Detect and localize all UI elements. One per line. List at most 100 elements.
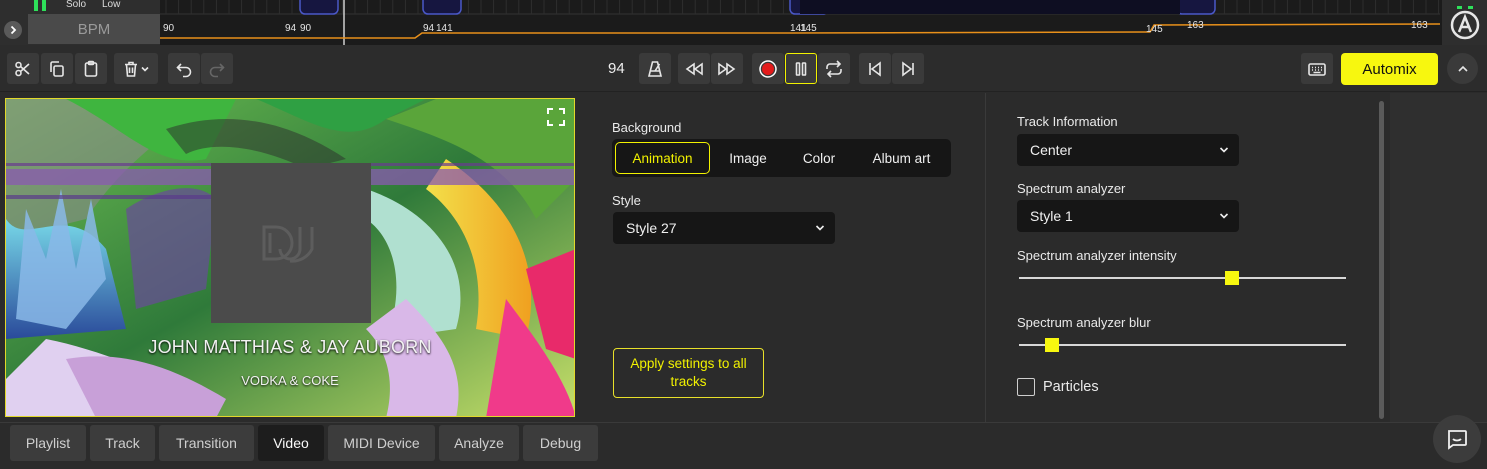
keyboard-shortcuts-button[interactable] (1301, 53, 1333, 84)
skip-forward-icon (902, 60, 914, 77)
background-option-color[interactable]: Color (785, 142, 853, 174)
album-art-placeholder (211, 163, 371, 323)
automix-button[interactable]: Automix (1341, 53, 1438, 85)
intensity-slider-thumb[interactable] (1224, 271, 1239, 285)
style-value: Style 27 (626, 220, 677, 236)
bpm-marker: 145 (800, 23, 817, 34)
record-button[interactable] (752, 53, 784, 84)
intensity-label: Spectrum analyzer intensity (1017, 248, 1177, 263)
paste-button[interactable] (75, 53, 107, 84)
bpm-marker: 90 (300, 23, 312, 34)
toolbar: 94 Automix (0, 45, 1487, 92)
tab-analyze[interactable]: Analyze (439, 425, 519, 461)
bpm-marker: 163 (1411, 20, 1428, 31)
tab-video[interactable]: Video (258, 425, 324, 461)
bpm-marker: 145 (1146, 24, 1163, 35)
column-divider (985, 93, 986, 422)
bpm-marker: 94 (285, 23, 297, 34)
pause-button[interactable] (785, 53, 817, 84)
undo-button[interactable] (168, 53, 200, 84)
delete-menu-button[interactable] (114, 53, 158, 84)
chevron-down-icon (1219, 213, 1229, 219)
metronome-button[interactable] (639, 53, 671, 84)
support-chat-button[interactable] (1433, 415, 1481, 463)
spectrum-analyzer-value: Style 1 (1030, 208, 1073, 224)
skip-back-icon (869, 60, 881, 77)
chevron-down-icon (141, 66, 149, 72)
tab-playlist[interactable]: Playlist (10, 425, 86, 461)
bpm-marker: 90 (163, 23, 175, 34)
settings-scrollbar[interactable] (1379, 101, 1384, 419)
rewind-icon (685, 61, 703, 76)
next-track-button[interactable] (892, 53, 924, 84)
particles-checkbox[interactable] (1017, 378, 1035, 396)
background-selector: Animation Image Color Album art (612, 139, 951, 177)
clipboard-icon (84, 60, 98, 77)
level-meter (42, 0, 46, 11)
repeat-icon (826, 59, 842, 78)
bpm-marker: 141 (436, 23, 453, 34)
rewind-button[interactable] (678, 53, 710, 84)
blur-slider-thumb[interactable] (1044, 338, 1059, 352)
bpm-lane[interactable]: 90 94 90 94 141 141 145 145 163 163 (160, 0, 1440, 45)
spectrum-analyzer-label: Spectrum analyzer (1017, 181, 1126, 196)
automix-logo-icon (1450, 5, 1479, 39)
bpm-marker: 163 (1187, 20, 1204, 31)
previous-track-button[interactable] (859, 53, 891, 84)
low-label[interactable]: Low (102, 0, 120, 10)
collapse-button[interactable] (1447, 53, 1478, 84)
tab-track[interactable]: Track (90, 425, 155, 461)
video-preview[interactable]: JOHN MATTHIAS & JAY AUBORN VODKA & COKE (5, 98, 575, 417)
metronome-icon (647, 60, 663, 77)
fullscreen-icon[interactable] (546, 107, 566, 127)
track-info-dropdown[interactable]: Center (1017, 134, 1239, 166)
solo-label[interactable]: Solo (66, 0, 86, 10)
fast-forward-button[interactable] (711, 53, 743, 84)
chevron-up-icon (1457, 65, 1468, 72)
background-option-animation[interactable]: Animation (615, 142, 710, 174)
tab-transition[interactable]: Transition (159, 425, 254, 461)
bpm-value: 94 (608, 60, 625, 77)
chevron-right-icon (10, 25, 17, 35)
pause-icon (795, 61, 807, 76)
redo-icon (209, 62, 225, 77)
tab-midi-device[interactable]: MIDI Device (328, 425, 435, 461)
redo-button[interactable] (201, 53, 233, 84)
cue-marker (422, 0, 462, 15)
particles-label: Particles (1043, 379, 1099, 395)
solo-row: Solo Low (0, 0, 160, 12)
bpm-marker: 94 (423, 23, 435, 34)
track-artist: JOHN MATTHIAS & JAY AUBORN (148, 337, 432, 357)
blur-slider[interactable] (1019, 344, 1346, 346)
tab-debug[interactable]: Debug (523, 425, 598, 461)
copy-button[interactable] (41, 53, 73, 84)
dj-logo-icon (262, 225, 314, 263)
level-meter (34, 0, 38, 11)
undo-icon (176, 62, 192, 77)
timeline[interactable]: Solo Low BPM 90 94 90 94 141 141 145 145 (0, 0, 1487, 45)
fast-forward-icon (718, 61, 736, 76)
apply-settings-label: Apply settings to all tracks (630, 356, 747, 389)
cut-button[interactable] (7, 53, 39, 84)
copy-icon (50, 60, 64, 77)
blur-label: Spectrum analyzer blur (1017, 315, 1151, 330)
cue-marker (299, 0, 339, 15)
cue-marker (1176, 0, 1216, 15)
background-option-album-art[interactable]: Album art (856, 142, 947, 174)
trash-icon (125, 61, 137, 77)
bpm-lane-label: BPM (28, 14, 160, 44)
track-info-label: Track Information (1017, 114, 1118, 129)
bottom-tab-bar: Playlist Track Transition Video MIDI Dev… (0, 422, 1487, 469)
spectrum-analyzer-dropdown[interactable]: Style 1 (1017, 200, 1239, 232)
background-option-image[interactable]: Image (713, 142, 783, 174)
expand-button[interactable] (4, 21, 22, 39)
timeline-header: Solo Low BPM (0, 0, 160, 45)
loop-button[interactable] (818, 53, 850, 84)
intensity-slider[interactable] (1019, 277, 1346, 279)
chevron-down-icon (1219, 147, 1229, 153)
apply-settings-button[interactable]: Apply settings to all tracks (613, 348, 764, 398)
style-dropdown[interactable]: Style 27 (613, 212, 835, 244)
background-label: Background (612, 120, 682, 135)
side-panel (1390, 93, 1487, 422)
style-label: Style (612, 193, 641, 208)
